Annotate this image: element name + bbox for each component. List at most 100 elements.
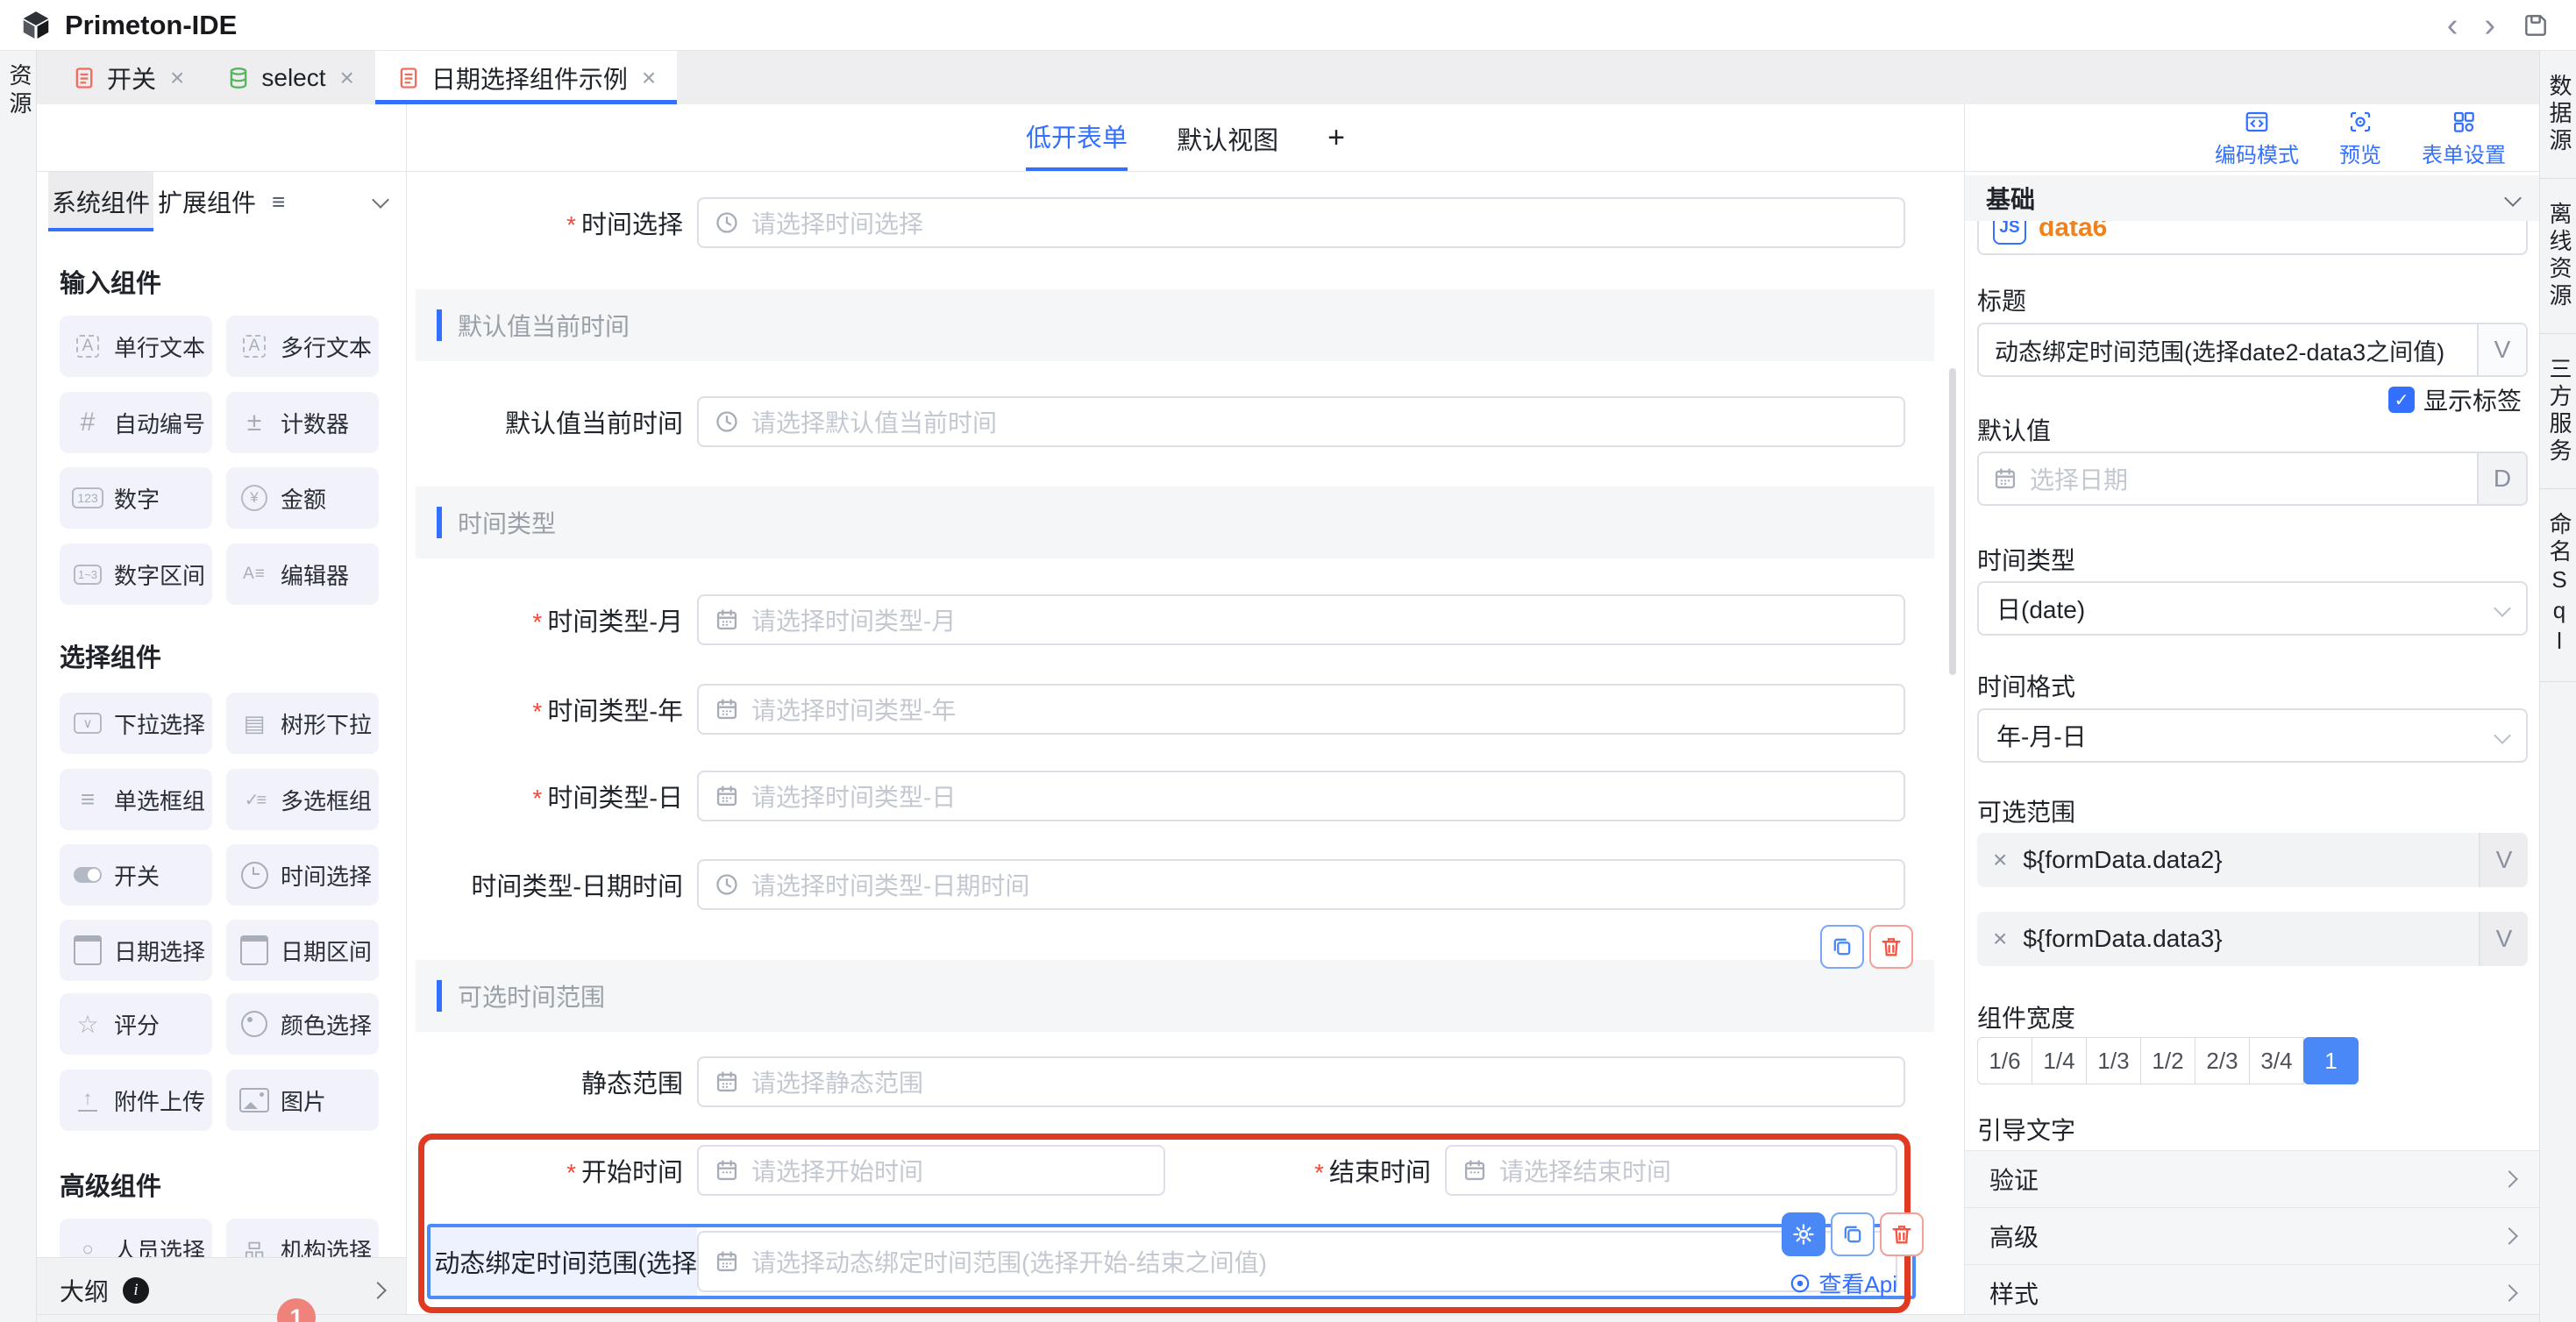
- copy-button[interactable]: [1831, 1212, 1875, 1256]
- width-option[interactable]: 1/6: [1977, 1037, 2032, 1084]
- collapse-row-advanced[interactable]: 高级: [1965, 1208, 2539, 1265]
- width-option[interactable]: 1/3: [2086, 1037, 2141, 1084]
- close-icon[interactable]: ×: [642, 64, 656, 92]
- title-value-input[interactable]: 动态绑定时间范围(选择date2-data3之间值) V: [1977, 323, 2528, 377]
- nav-back-icon[interactable]: ‹: [2447, 9, 2459, 42]
- dock-tab-third-party-service[interactable]: 三方服务: [2540, 334, 2576, 489]
- save-icon[interactable]: [2522, 11, 2550, 39]
- time-format-select[interactable]: 年-月-日: [1977, 708, 2528, 763]
- section-header-basic[interactable]: 基础: [1965, 175, 2539, 221]
- dynamic-range-input[interactable]: 请选择动态绑定时间范围(选择开始-结束之间值): [697, 1231, 1897, 1292]
- variable-binding-button[interactable]: V: [2479, 912, 2528, 966]
- width-option[interactable]: 3/4: [2249, 1037, 2304, 1084]
- outline-bar[interactable]: 大纲: [37, 1257, 407, 1322]
- range-binding-row-1[interactable]: × ${formData.data2} V: [1977, 833, 2528, 887]
- component-card-number[interactable]: 数字: [60, 467, 212, 529]
- variable-binding-button[interactable]: V: [2477, 324, 2526, 375]
- nav-forward-icon[interactable]: ›: [2484, 9, 2495, 42]
- component-card-switch[interactable]: 开关: [60, 844, 212, 906]
- time-type-day-input[interactable]: 请选择时间类型-日: [697, 771, 1905, 821]
- preview-button[interactable]: 预览: [2339, 109, 2381, 168]
- time-type-datetime-input[interactable]: 请选择时间类型-日期时间: [697, 859, 1905, 910]
- clear-icon[interactable]: ×: [1993, 925, 2007, 953]
- view-tab-default-view[interactable]: 默认视图: [1177, 104, 1278, 172]
- component-card-color-picker[interactable]: 颜色选择: [226, 993, 379, 1055]
- component-card-image[interactable]: 图片: [226, 1070, 379, 1131]
- dock-tab-datasource[interactable]: 数据源: [2540, 51, 2576, 179]
- delete-button[interactable]: [1869, 925, 1913, 969]
- end-time-input[interactable]: 请选择结束时间: [1445, 1145, 1897, 1196]
- component-card-editor[interactable]: 编辑器: [226, 544, 379, 605]
- static-range-input[interactable]: 请选择静态范围: [697, 1056, 1905, 1107]
- component-card-time-picker[interactable]: 时间选择: [226, 844, 379, 906]
- close-icon[interactable]: ×: [170, 64, 184, 92]
- date-binding-button[interactable]: D: [2477, 453, 2526, 504]
- time-type-label: 时间类型: [1977, 542, 2075, 577]
- width-option-selected[interactable]: 1: [2303, 1037, 2359, 1084]
- component-card-upload[interactable]: 附件上传: [60, 1070, 212, 1131]
- view-api-link[interactable]: 查看Api: [1789, 1267, 1897, 1299]
- selected-form-row-dynamic-range[interactable]: * 动态绑定时间范围(选择 请选择动态绑定时间范围(选择开始-结束之间值): [427, 1224, 1916, 1299]
- component-card-rating[interactable]: 评分: [60, 993, 212, 1055]
- close-icon[interactable]: ×: [340, 64, 354, 92]
- component-card-money[interactable]: 金额: [226, 467, 379, 529]
- collapse-row-validation[interactable]: 验证: [1965, 1151, 2539, 1208]
- chevron-down-icon[interactable]: [2504, 189, 2522, 207]
- width-option[interactable]: 2/3: [2195, 1037, 2250, 1084]
- component-card-multi-text[interactable]: 多行文本: [226, 316, 379, 377]
- placeholder: 请选择默认值当前时间: [751, 404, 997, 439]
- component-card-radio-group[interactable]: 单选框组: [60, 769, 212, 830]
- component-card-counter[interactable]: 计数器: [226, 392, 379, 453]
- chevron-right-icon: [2501, 1170, 2518, 1188]
- view-tab-lowcode-form[interactable]: 低开表单: [1026, 104, 1128, 172]
- left-dock-strip: 资源: [0, 51, 37, 1322]
- time-picker-input[interactable]: 请选择时间选择: [697, 197, 1905, 248]
- component-card-dropdown[interactable]: 下拉选择: [60, 693, 212, 754]
- placeholder: 请选择静态范围: [751, 1064, 923, 1099]
- width-option[interactable]: 1/2: [2140, 1037, 2195, 1084]
- component-card-single-text[interactable]: 单行文本: [60, 316, 212, 377]
- component-card-number-range[interactable]: 数字区间: [60, 544, 212, 605]
- show-label-checkbox[interactable]: 显示标签: [2388, 382, 2522, 417]
- tab-extension-components[interactable]: 扩展组件: [158, 172, 256, 231]
- form-settings-button[interactable]: 表单设置: [2422, 109, 2506, 168]
- start-time-input[interactable]: 请选择开始时间: [697, 1145, 1165, 1196]
- doc-tab-select[interactable]: select ×: [205, 51, 375, 104]
- default-value-input[interactable]: 选择日期 D: [1977, 451, 2528, 506]
- width-option[interactable]: 1/4: [2032, 1037, 2087, 1084]
- doc-tab-switch[interactable]: 开关 ×: [51, 51, 205, 104]
- time-type-month-input[interactable]: 请选择时间类型-月: [697, 594, 1905, 645]
- checkbox-checked-icon[interactable]: [2388, 387, 2415, 413]
- clear-icon[interactable]: ×: [1993, 846, 2007, 874]
- default-current-time-input[interactable]: 请选择默认值当前时间: [697, 396, 1905, 447]
- component-card-tree-dropdown[interactable]: 树形下拉: [226, 693, 379, 754]
- component-card-date-range[interactable]: 日期区间: [226, 920, 379, 981]
- add-view-button[interactable]: +: [1327, 104, 1345, 172]
- time-type-select[interactable]: 日(date): [1977, 581, 2528, 636]
- panel-toolbar: 编码模式 预览 表单设置: [1965, 104, 2539, 172]
- code-mode-button[interactable]: 编码模式: [2215, 109, 2299, 168]
- canvas-scrollbar-thumb[interactable]: [1949, 368, 1956, 675]
- range-binding-row-2[interactable]: × ${formData.data3} V: [1977, 912, 2528, 966]
- chevron-down-icon[interactable]: [372, 191, 389, 209]
- delete-button[interactable]: [1880, 1212, 1924, 1256]
- list-layout-icon[interactable]: [272, 188, 285, 216]
- time-type-year-input[interactable]: 请选择时间类型-年: [697, 684, 1905, 735]
- variable-binding-button[interactable]: V: [2479, 833, 2528, 887]
- chevron-right-icon[interactable]: [369, 1282, 387, 1299]
- required-mark: *: [532, 785, 542, 813]
- section-band-time-type: 时间类型: [416, 487, 1934, 558]
- required-mark: *: [532, 698, 542, 726]
- section-hover-actions: [1820, 925, 1913, 969]
- component-card-checkbox-group[interactable]: 多选框组: [226, 769, 379, 830]
- dock-tab-offline-resource[interactable]: 离线资源: [2540, 179, 2576, 334]
- component-card-auto-number[interactable]: 自动编号: [60, 392, 212, 453]
- settings-button[interactable]: [1782, 1212, 1825, 1256]
- tab-system-components[interactable]: 系统组件: [48, 172, 153, 231]
- dock-tab-named-sql[interactable]: 命名Sql: [2540, 489, 2576, 682]
- copy-button[interactable]: [1820, 925, 1864, 969]
- component-card-date-picker[interactable]: 日期选择: [60, 920, 212, 981]
- doc-tab-date-picker-example[interactable]: 日期选择组件示例 ×: [375, 51, 677, 104]
- resources-dock-tab[interactable]: 资源: [0, 63, 36, 119]
- calendar-icon: [74, 935, 102, 965]
